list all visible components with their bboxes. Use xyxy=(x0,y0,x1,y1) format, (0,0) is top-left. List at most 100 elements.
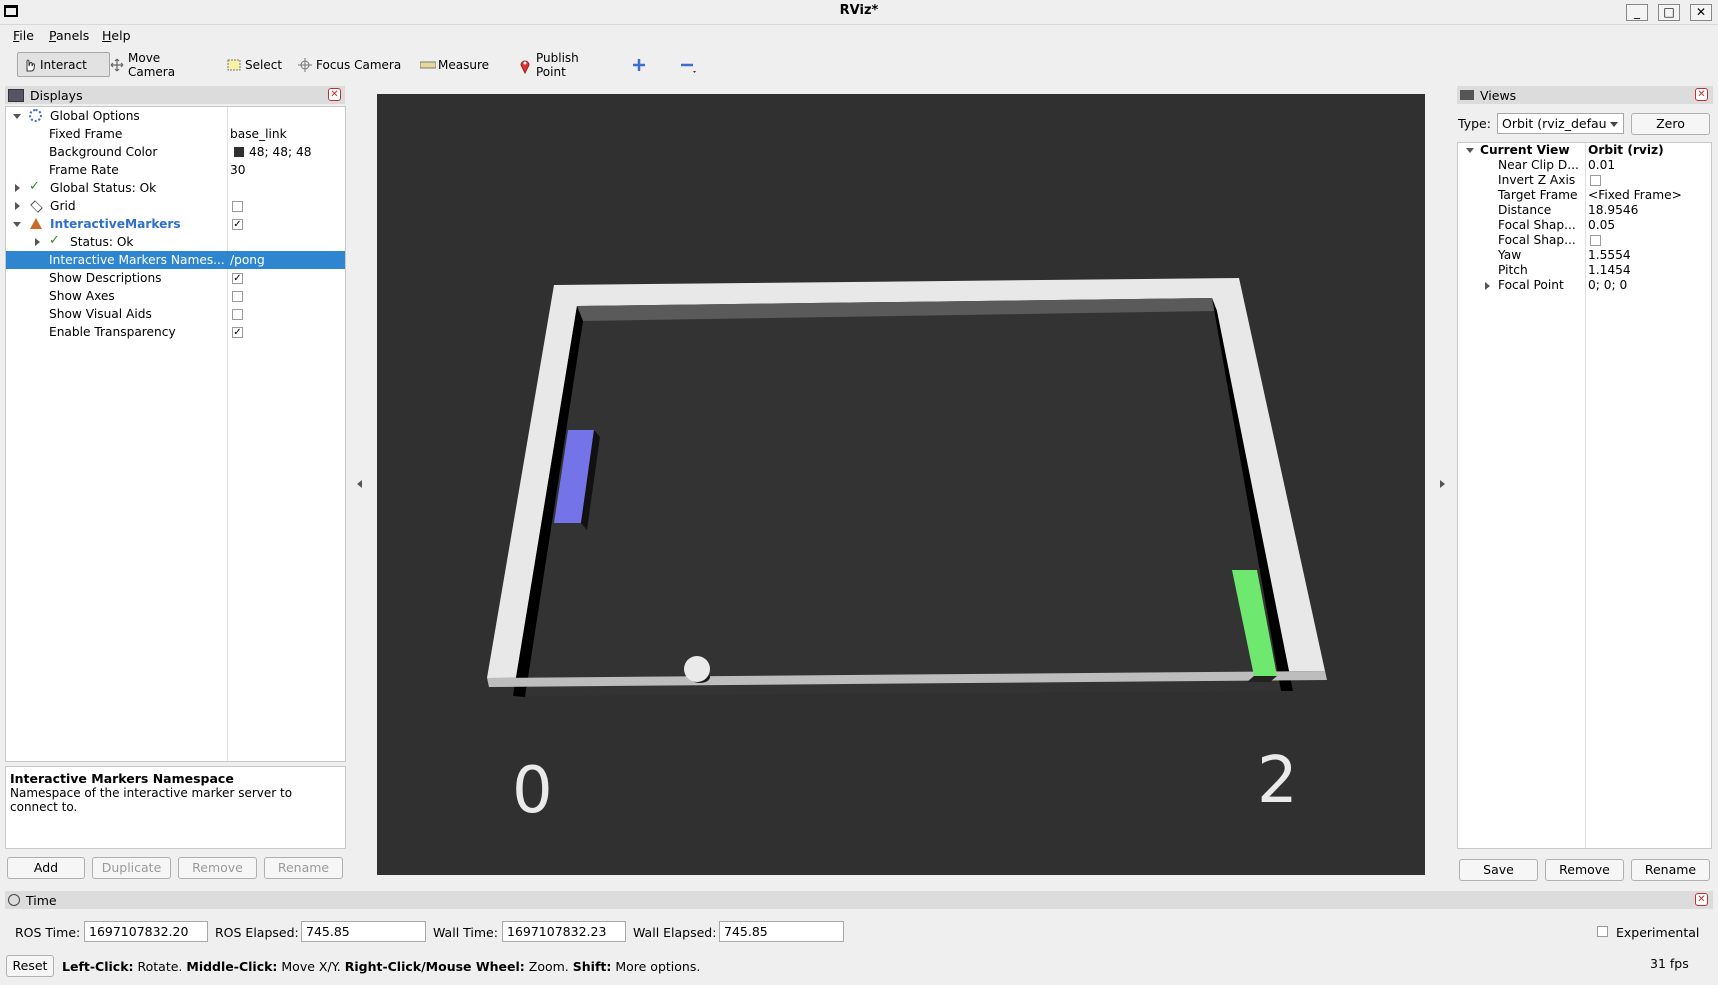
tree-row-show-visual-aids[interactable]: Show Visual Aids xyxy=(6,305,345,323)
expand-arrow-icon[interactable] xyxy=(35,238,40,246)
minimize-button[interactable]: _ xyxy=(1626,4,1648,21)
wall-time-field[interactable]: 1697107832.23 xyxy=(502,921,626,942)
show-descriptions-checkbox[interactable]: ✓ xyxy=(232,273,243,284)
wall-elapsed-field[interactable]: 745.85 xyxy=(719,921,844,942)
rename-view-button[interactable]: Rename xyxy=(1631,859,1710,881)
menu-help[interactable]: Help xyxy=(102,28,131,43)
collapse-right-panel-handle[interactable] xyxy=(1440,480,1445,488)
duplicate-display-button[interactable]: Duplicate xyxy=(92,857,171,879)
collapse-arrow-icon[interactable] xyxy=(1466,148,1474,153)
tree-row-status-ok[interactable]: ✓ Status: Ok xyxy=(6,233,345,251)
views-close-icon[interactable]: ✕ xyxy=(1695,88,1708,101)
tool-measure[interactable]: Measure xyxy=(416,52,498,77)
experimental-label: Experimental xyxy=(1616,925,1700,940)
tool-publish-point[interactable]: Publish Point xyxy=(514,51,614,79)
remove-tool-button[interactable] xyxy=(676,52,704,77)
tree-row-global-options[interactable]: Global Options xyxy=(6,107,345,125)
close-window-button[interactable]: ✕ xyxy=(1690,4,1712,21)
focal-shape-size-value[interactable]: 0.05 xyxy=(1588,218,1615,233)
time-close-icon[interactable]: ✕ xyxy=(1695,893,1708,906)
distance-value[interactable]: 18.9546 xyxy=(1588,203,1638,218)
tree-row-frame-rate[interactable]: Frame Rate 30 xyxy=(6,161,345,179)
view-prop-row[interactable]: Focal Shap... xyxy=(1458,233,1711,248)
add-display-button[interactable]: Add xyxy=(7,857,85,879)
focal-point-value[interactable]: 0; 0; 0 xyxy=(1588,278,1627,293)
add-tool-button[interactable] xyxy=(628,52,652,77)
invert-z-label: Invert Z Axis xyxy=(1498,173,1576,187)
tool-move-camera[interactable]: Move Camera xyxy=(106,51,214,79)
tree-row-show-axes[interactable]: Show Axes xyxy=(6,287,345,305)
tool-focus-camera[interactable]: Focus Camera xyxy=(294,52,410,77)
frame-rate-value[interactable]: 30 xyxy=(230,161,246,179)
show-axes-checkbox[interactable] xyxy=(232,291,243,302)
tool-select[interactable]: Select xyxy=(223,52,295,77)
collapse-arrow-icon[interactable] xyxy=(13,222,21,227)
rename-display-button[interactable]: Rename xyxy=(264,857,343,879)
view-prop-row[interactable]: Focal Point 0; 0; 0 xyxy=(1458,278,1711,293)
interactive-markers-icon xyxy=(30,218,42,229)
tree-row-fixed-frame[interactable]: Fixed Frame base_link xyxy=(6,125,345,143)
camera-icon xyxy=(1460,90,1474,100)
tree-row-current-view[interactable]: Current View Orbit (rviz) xyxy=(1458,143,1711,158)
ros-time-field[interactable]: 1697107832.20 xyxy=(84,921,208,942)
pitch-value[interactable]: 1.1454 xyxy=(1588,263,1631,278)
pitch-label: Pitch xyxy=(1498,263,1528,277)
tree-row-global-status[interactable]: ✓ Global Status: Ok xyxy=(6,179,345,197)
ruler-icon xyxy=(419,58,437,72)
tree-row-interactive-markers[interactable]: InteractiveMarkers ✓ xyxy=(6,215,345,233)
global-options-label: Global Options xyxy=(50,109,140,123)
collapse-left-panel-handle[interactable] xyxy=(357,480,362,488)
remove-view-button[interactable]: Remove xyxy=(1545,859,1624,881)
expand-arrow-icon[interactable] xyxy=(15,184,20,192)
menu-panels[interactable]: Panels xyxy=(49,28,89,43)
focal-shape-fixed-checkbox[interactable] xyxy=(1590,235,1601,246)
tool-interact[interactable]: Interact xyxy=(17,52,110,77)
views-panel-title: Views xyxy=(1480,87,1517,103)
tree-row-enable-transparency[interactable]: Enable Transparency ✓ xyxy=(6,323,345,341)
hint-rotate: Rotate. xyxy=(133,959,187,974)
enable-transparency-checkbox[interactable]: ✓ xyxy=(232,327,243,338)
focal-shape-fixed-label: Focal Shap... xyxy=(1498,233,1576,247)
view-type-label: Type: xyxy=(1458,116,1491,131)
view-prop-row[interactable]: Near Clip D... 0.01 xyxy=(1458,158,1711,173)
experimental-checkbox[interactable] xyxy=(1597,926,1608,937)
collapse-arrow-icon[interactable] xyxy=(13,114,21,119)
expand-arrow-icon[interactable] xyxy=(15,202,20,210)
background-color-value[interactable]: 48; 48; 48 xyxy=(249,143,312,161)
view-prop-row[interactable]: Distance 18.9546 xyxy=(1458,203,1711,218)
fixed-frame-value[interactable]: base_link xyxy=(230,125,287,143)
remove-display-button[interactable]: Remove xyxy=(178,857,257,879)
menu-file[interactable]: File xyxy=(13,28,34,43)
near-clip-value[interactable]: 0.01 xyxy=(1588,158,1615,173)
monitor-icon xyxy=(8,88,24,102)
focal-point-label: Focal Point xyxy=(1498,278,1564,292)
reset-button[interactable]: Reset xyxy=(6,955,54,977)
tree-row-grid[interactable]: Grid xyxy=(6,197,345,215)
background-color-swatch[interactable] xyxy=(234,147,244,157)
view-prop-row[interactable]: Pitch 1.1454 xyxy=(1458,263,1711,278)
zero-view-button[interactable]: Zero xyxy=(1631,113,1710,135)
view-prop-row[interactable]: Target Frame <Fixed Frame> xyxy=(1458,188,1711,203)
interactive-markers-enabled-checkbox[interactable]: ✓ xyxy=(232,219,243,230)
grid-enabled-checkbox[interactable] xyxy=(232,201,243,212)
expand-arrow-icon[interactable] xyxy=(1485,282,1490,290)
tree-row-namespace[interactable]: Interactive Markers Names... /pong xyxy=(6,251,345,269)
view-type-select[interactable]: Orbit (rviz_defau xyxy=(1497,113,1624,134)
tree-row-show-descriptions[interactable]: Show Descriptions ✓ xyxy=(6,269,345,287)
save-view-button[interactable]: Save xyxy=(1459,859,1538,881)
invert-z-checkbox[interactable] xyxy=(1590,175,1601,186)
view-prop-row[interactable]: Focal Shap... 0.05 xyxy=(1458,218,1711,233)
target-frame-value[interactable]: <Fixed Frame> xyxy=(1588,188,1682,203)
views-tree: Current View Orbit (rviz) Near Clip D...… xyxy=(1457,142,1712,849)
displays-close-icon[interactable]: ✕ xyxy=(328,88,341,101)
ros-elapsed-field[interactable]: 745.85 xyxy=(301,921,426,942)
view-prop-row[interactable]: Invert Z Axis xyxy=(1458,173,1711,188)
render-viewport[interactable]: 0 2 xyxy=(377,94,1425,875)
view-prop-row[interactable]: Yaw 1.5554 xyxy=(1458,248,1711,263)
namespace-value[interactable]: /pong xyxy=(230,251,265,269)
show-visual-aids-checkbox[interactable] xyxy=(232,309,243,320)
tree-row-background-color[interactable]: Background Color 48; 48; 48 xyxy=(6,143,345,161)
yaw-value[interactable]: 1.5554 xyxy=(1588,248,1631,263)
ros-elapsed-label: ROS Elapsed: xyxy=(215,925,299,940)
maximize-button[interactable]: □ xyxy=(1658,4,1680,21)
